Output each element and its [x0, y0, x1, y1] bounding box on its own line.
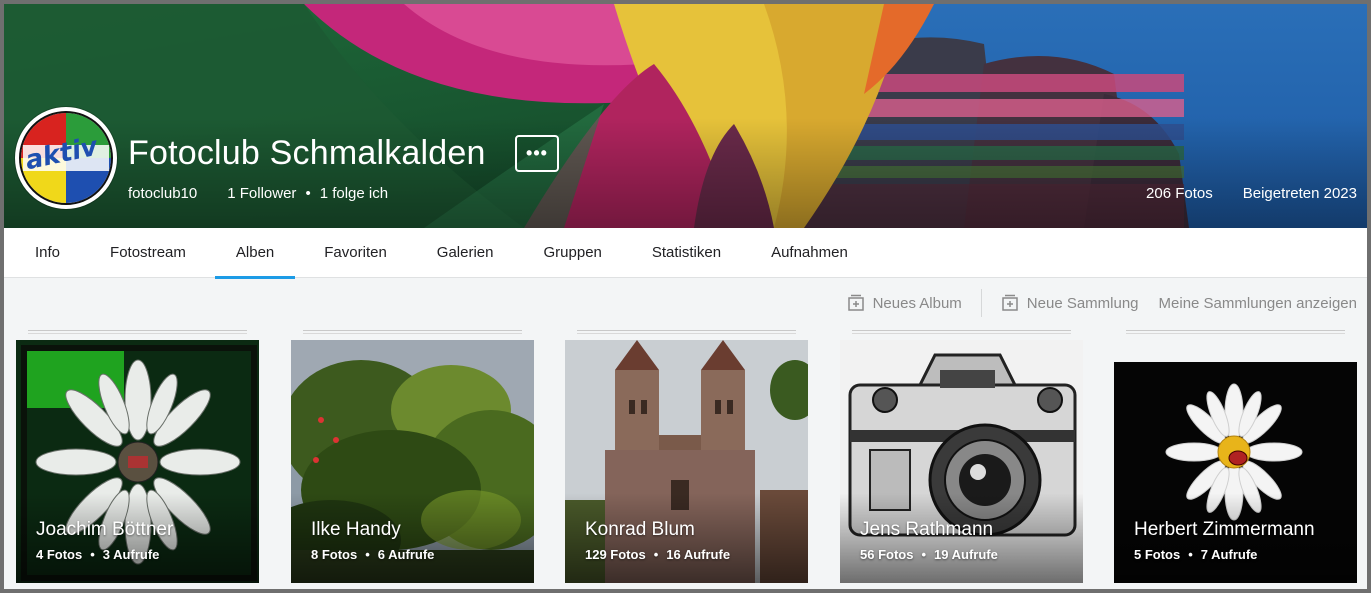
tab-info[interactable]: Info — [14, 228, 81, 278]
album-cover: Herbert Zimmermann 5 Fotos • 7 Aufrufe — [1114, 340, 1357, 583]
album-views: 19 Aufrufe — [934, 547, 998, 562]
tab-alben[interactable]: Alben — [214, 228, 296, 279]
tab-label: Statistiken — [651, 244, 722, 261]
album-card[interactable]: Ilke Handy 8 Fotos • 6 Aufrufe — [291, 330, 534, 583]
album-photo-count: 129 Fotos — [585, 547, 646, 562]
tab-gruppen[interactable]: Gruppen — [523, 228, 623, 278]
album-cover: Joachim Böttner 4 Fotos • 3 Aufrufe — [16, 340, 259, 583]
info-dot: • — [1188, 547, 1193, 562]
album-card[interactable]: Joachim Böttner 4 Fotos • 3 Aufrufe — [16, 330, 259, 583]
add-album-icon — [847, 294, 864, 311]
album-info: 129 Fotos • 16 Aufrufe — [585, 547, 730, 562]
tab-statistiken[interactable]: Statistiken — [631, 228, 742, 278]
album-info: 56 Fotos • 19 Aufrufe — [860, 547, 998, 562]
new-collection-label: Neue Sammlung — [1026, 294, 1139, 312]
new-collection-button[interactable]: Neue Sammlung — [1001, 294, 1139, 312]
album-stack-edge — [28, 330, 247, 334]
profile-tabs: Info Fotostream Alben Favoriten Galerien… — [4, 228, 1367, 279]
album-info: 8 Fotos • 6 Aufrufe — [311, 547, 434, 562]
profile-meta: fotoclub10 1 Follower • 1 folge ich — [128, 185, 388, 202]
tab-label: Galerien — [436, 244, 494, 261]
following-link[interactable]: 1 folge ich — [320, 185, 388, 202]
album-title: Joachim Böttner — [36, 519, 174, 540]
meta-separator: • — [305, 185, 311, 202]
info-dot: • — [365, 547, 370, 562]
album-actions: Neues Album Neue Sammlung Meine Sammlung… — [847, 288, 1357, 318]
album-photo-count: 56 Fotos — [860, 547, 914, 562]
album-cover: Ilke Handy 8 Fotos • 6 Aufrufe — [291, 340, 534, 583]
album-cover: Konrad Blum 129 Fotos • 16 Aufrufe — [565, 340, 808, 583]
tab-label: Gruppen — [543, 244, 602, 261]
album-grid: Joachim Böttner 4 Fotos • 3 Aufrufe Ilke… — [16, 330, 1357, 583]
album-title: Jens Rathmann — [860, 519, 994, 540]
album-title: Herbert Zimmermann — [1134, 519, 1315, 540]
tab-aufnahmen[interactable]: Aufnahmen — [750, 228, 869, 278]
album-title: Konrad Blum — [585, 519, 695, 540]
album-views: 3 Aufrufe — [102, 547, 160, 562]
action-divider — [980, 289, 982, 317]
tab-label: Fotostream — [110, 244, 186, 261]
album-cover: Jens Rathmann 56 Fotos • 19 Aufrufe — [840, 340, 1083, 583]
album-card[interactable]: Herbert Zimmermann 5 Fotos • 7 Aufrufe — [1114, 330, 1357, 583]
new-album-label: Neues Album — [872, 294, 962, 312]
album-card[interactable]: Jens Rathmann 56 Fotos • 19 Aufrufe — [840, 330, 1083, 583]
album-photo-count: 5 Fotos — [1134, 547, 1181, 562]
info-dot: • — [653, 547, 659, 562]
album-stack-edge — [852, 330, 1071, 334]
show-collections-label: Meine Sammlungen anzeigen — [1158, 294, 1357, 312]
tab-favoriten[interactable]: Favoriten — [303, 228, 408, 278]
tab-fotostream[interactable]: Fotostream — [89, 228, 207, 278]
album-photo-count: 8 Fotos — [311, 547, 358, 562]
tab-label: Alben — [235, 244, 275, 261]
username: fotoclub10 — [128, 185, 198, 202]
album-stack-edge — [1126, 330, 1345, 334]
album-views: 6 Aufrufe — [377, 547, 435, 562]
album-title: Ilke Handy — [311, 519, 401, 540]
avatar[interactable]: aktiv — [15, 107, 117, 209]
tab-label: Aufnahmen — [771, 244, 848, 261]
album-info: 5 Fotos • 7 Aufrufe — [1134, 547, 1257, 562]
show-collections-link[interactable]: Meine Sammlungen anzeigen — [1159, 295, 1357, 312]
album-stack-edge — [303, 330, 522, 334]
cover-banner: aktiv Fotoclub Schmalkalden ••• fotoclub… — [4, 4, 1367, 228]
album-stack-edge — [577, 330, 796, 334]
album-info: 4 Fotos • 3 Aufrufe — [36, 547, 159, 562]
photos-count: 206 Fotos — [1146, 185, 1213, 202]
tab-label: Info — [35, 244, 61, 261]
more-options-button[interactable]: ••• — [515, 135, 559, 172]
tab-label: Favoriten — [324, 244, 387, 261]
joined-date: Beigetreten 2023 — [1242, 185, 1357, 202]
add-collection-icon — [1002, 294, 1018, 311]
page-frame: aktiv Fotoclub Schmalkalden ••• fotoclub… — [0, 0, 1371, 593]
followers-link[interactable]: 1 Follower — [227, 185, 296, 202]
profile-title: Fotoclub Schmalkalden — [128, 134, 486, 172]
new-album-button[interactable]: Neues Album — [847, 294, 962, 312]
album-views: 16 Aufrufe — [666, 547, 731, 562]
info-dot: • — [90, 547, 95, 562]
album-card[interactable]: Konrad Blum 129 Fotos • 16 Aufrufe — [565, 330, 808, 583]
ellipsis-icon: ••• — [526, 143, 548, 163]
album-views: 7 Aufrufe — [1200, 547, 1258, 562]
info-dot: • — [921, 547, 927, 562]
tab-galerien[interactable]: Galerien — [416, 228, 515, 278]
album-photo-count: 4 Fotos — [36, 547, 83, 562]
profile-stats: 206 Fotos Beigetreten 2023 — [1146, 185, 1357, 202]
